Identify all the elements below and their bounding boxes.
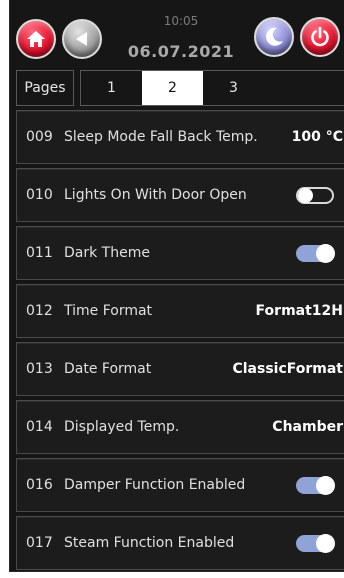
setting-row-date-format[interactable]: 013 Date Format ClassicFormat (16, 342, 344, 396)
tab-page-1[interactable]: 1 (81, 71, 142, 105)
clock-time: 10:05 (163, 14, 199, 28)
setting-value: ClassicFormat (232, 361, 343, 377)
setting-row-damper-function[interactable]: 016 Damper Function Enabled (16, 458, 344, 512)
page-tabs: Pages 1 2 3 (16, 70, 344, 106)
setting-code: 014 (26, 419, 53, 435)
setting-row-time-format[interactable]: 012 Time Format Format12H (16, 284, 344, 338)
dark-theme-toggle[interactable] (296, 243, 335, 263)
moon-icon (266, 27, 283, 46)
back-button[interactable] (62, 19, 102, 59)
toggle-knob (316, 475, 335, 495)
steam-function-toggle[interactable] (296, 533, 335, 553)
header-bar: 10:05 06.07.2021 (10, 0, 344, 70)
setting-row-displayed-temp[interactable]: 014 Displayed Temp. Chamber (16, 400, 344, 454)
setting-row-lights-door-open[interactable]: 010 Lights On With Door Open (16, 168, 344, 222)
power-button[interactable] (300, 17, 340, 57)
toggle-knob (298, 187, 313, 203)
setting-code: 016 (26, 477, 53, 493)
setting-code: 011 (26, 245, 53, 261)
home-button[interactable] (16, 19, 56, 59)
settings-list: 009 Sleep Mode Fall Back Temp. 100 °C 01… (16, 110, 344, 571)
night-mode-button[interactable] (254, 17, 294, 57)
setting-row-dark-theme[interactable]: 011 Dark Theme (16, 226, 344, 280)
page-tab-group: 1 2 3 (80, 70, 344, 106)
home-icon (27, 31, 45, 47)
tab-page-2[interactable]: 2 (142, 71, 203, 105)
damper-function-toggle[interactable] (296, 475, 335, 495)
setting-code: 010 (26, 187, 53, 203)
setting-value: Chamber (272, 419, 343, 435)
lights-door-open-toggle[interactable] (296, 186, 334, 204)
settings-screen: 10:05 06.07.2021 Pages 1 2 3 009 Sleep M… (9, 0, 344, 572)
back-arrow-icon (76, 32, 87, 46)
setting-code: 012 (26, 303, 53, 319)
current-date: 06.07.2021 (127, 42, 235, 61)
setting-code: 017 (26, 535, 53, 551)
toggle-knob (316, 533, 335, 553)
setting-value: 100 °C (291, 129, 343, 145)
setting-code: 009 (26, 129, 53, 145)
setting-row-sleep-mode-temp[interactable]: 009 Sleep Mode Fall Back Temp. 100 °C (16, 110, 344, 164)
tab-page-3[interactable]: 3 (203, 71, 264, 105)
toggle-knob (316, 243, 335, 263)
power-icon (311, 26, 329, 47)
setting-code: 013 (26, 361, 53, 377)
pages-label: Pages (16, 70, 74, 106)
setting-value: Format12H (255, 303, 343, 319)
setting-row-steam-function[interactable]: 017 Steam Function Enabled (16, 516, 344, 570)
